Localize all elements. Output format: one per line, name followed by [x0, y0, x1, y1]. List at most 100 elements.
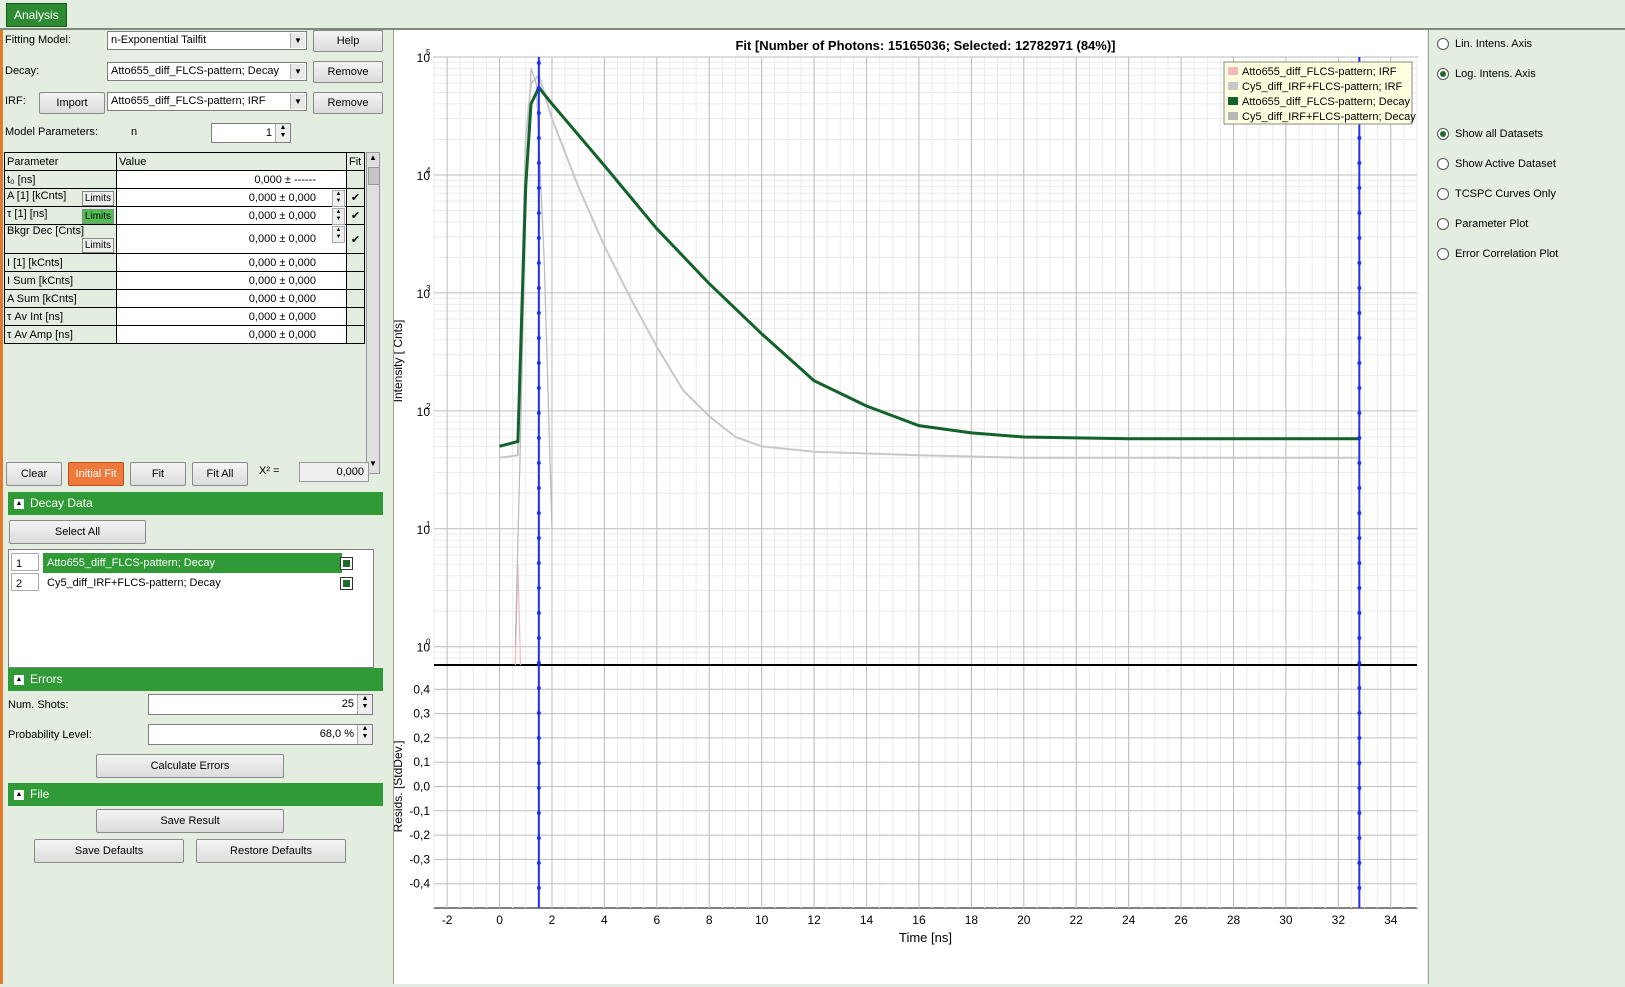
- scroll-thumb[interactable]: [368, 167, 380, 185]
- fitting-model-label: Fitting Model:: [5, 34, 72, 46]
- table-scrollbar[interactable]: ▲ ▼: [366, 152, 380, 474]
- param-value[interactable]: 0,000 ± 0,000 ▲ ▼: [116, 188, 347, 207]
- initial-fit-button[interactable]: Initial Fit: [68, 462, 124, 486]
- chevron-down-icon: ▼: [290, 94, 305, 109]
- collapse-icon[interactable]: ▲: [14, 674, 24, 685]
- param-value: 0,000 ± 0,000: [116, 289, 347, 308]
- list-item[interactable]: 1 Atto655_diff_FLCS-pattern; Decay: [11, 553, 369, 573]
- cursor-marker: [1357, 411, 1362, 415]
- checkbox[interactable]: [340, 557, 353, 570]
- param-value: 0,000 ± 0,000: [116, 271, 347, 290]
- cursor-marker: [536, 186, 541, 190]
- radio-icon: [1437, 38, 1449, 51]
- error-correlation-plot-radio[interactable]: Error Correlation Plot: [1437, 247, 1558, 261]
- collapse-icon[interactable]: ▲: [14, 789, 24, 800]
- stepper-arrows-icon[interactable]: ▲ ▼: [332, 226, 345, 243]
- param-name: A Sum [kCnts]: [4, 289, 117, 308]
- param-name-label: I [1] [kCnts]: [7, 256, 63, 269]
- param-name: τ [1] [ns] Limits: [4, 206, 117, 225]
- resid-tick-label: -0,3: [409, 852, 430, 866]
- fit-checkbox[interactable]: ✔: [346, 188, 365, 207]
- lin-intens-axis-radio[interactable]: Lin. Intens. Axis: [1437, 37, 1532, 51]
- cursor-marker: [1357, 161, 1362, 165]
- clear-button[interactable]: Clear: [6, 462, 62, 486]
- cursor-marker: [1357, 336, 1362, 340]
- num-shots-label: Num. Shots:: [8, 699, 69, 711]
- left-panel: Fitting Model: n-Exponential Tailfit ▼ He…: [3, 30, 394, 984]
- fit-all-button[interactable]: Fit All: [192, 462, 248, 486]
- x-tick-label: 22: [1070, 913, 1084, 927]
- cursor-marker: [536, 786, 541, 790]
- y-tick-exponent: 4: [426, 166, 431, 175]
- checkbox[interactable]: [340, 577, 353, 590]
- collapse-icon[interactable]: ▲: [14, 498, 24, 509]
- plot-area[interactable]: Fit [Number of Photons: 15165036; Select…: [391, 30, 1427, 984]
- cursor-marker: [536, 61, 541, 65]
- decay-select[interactable]: Atto655_diff_FLCS-pattern; Decay ▼: [107, 62, 307, 81]
- remove-decay-button[interactable]: Remove: [313, 61, 383, 83]
- cursor-marker: [1357, 536, 1362, 540]
- decay-chart[interactable]: Fit [Number of Photons: 15165036; Select…: [391, 30, 1427, 984]
- parameter-plot-radio[interactable]: Parameter Plot: [1437, 217, 1528, 231]
- help-button[interactable]: Help: [313, 30, 383, 52]
- param-value[interactable]: 0,000 ± 0,000 ▲ ▼: [116, 224, 347, 254]
- stepper-arrows-icon[interactable]: ▲ ▼: [332, 190, 345, 207]
- file-header[interactable]: ▲ File: [8, 783, 383, 806]
- tcspc-curves-only-radio[interactable]: TCSPC Curves Only: [1437, 187, 1556, 201]
- stepper-arrows-icon[interactable]: ▲ ▼: [275, 124, 290, 142]
- scroll-up-icon[interactable]: ▲: [367, 153, 379, 167]
- fit-button[interactable]: Fit: [130, 462, 186, 486]
- log-intens-axis-radio[interactable]: Log. Intens. Axis: [1437, 67, 1536, 81]
- limits-button[interactable]: Limits: [81, 238, 114, 253]
- fitting-model-select[interactable]: n-Exponential Tailfit ▼: [107, 31, 307, 50]
- stepper-arrows-icon[interactable]: ▲ ▼: [357, 695, 372, 714]
- radio-icon: [1437, 218, 1449, 231]
- save-defaults-button[interactable]: Save Defaults: [34, 839, 184, 863]
- probability-level-stepper[interactable]: 68,0 % ▲ ▼: [148, 724, 373, 745]
- model-parameters-label: Model Parameters:: [5, 126, 98, 138]
- cursor-marker: [1357, 311, 1362, 315]
- import-button[interactable]: Import: [39, 92, 105, 114]
- decay-data-header[interactable]: ▲ Decay Data: [8, 492, 383, 515]
- tab-analysis[interactable]: Analysis: [6, 3, 67, 27]
- param-name: τ Av Int [ns]: [4, 307, 117, 326]
- cursor-marker: [1357, 586, 1362, 590]
- limits-button[interactable]: Limits: [81, 208, 114, 224]
- irf-select[interactable]: Atto655_diff_FLCS-pattern; IRF ▼: [107, 92, 307, 111]
- chi-squared-value: 0,000: [299, 462, 369, 482]
- param-value[interactable]: 0,000 ± 0,000 ▲ ▼: [116, 206, 347, 225]
- n-label: n: [131, 126, 138, 138]
- param-value-label: 0,000 ± 0,000: [248, 292, 316, 305]
- param-value: 0,000 ± 0,000: [116, 253, 347, 272]
- cursor-marker: [1357, 636, 1362, 640]
- n-stepper[interactable]: 1 ▲ ▼: [211, 123, 291, 143]
- show-all-datasets-radio[interactable]: Show all Datasets: [1437, 127, 1543, 141]
- check-icon: ✔: [350, 210, 361, 222]
- resid-axis-label: Resids. [StdDev.]: [394, 741, 405, 833]
- cursor-marker: [1357, 836, 1362, 840]
- y-tick-exponent: 0: [426, 638, 431, 647]
- decay-data-list[interactable]: 1 Atto655_diff_FLCS-pattern; Decay 2 Cy5…: [8, 549, 374, 668]
- stepper-arrows-icon[interactable]: ▲ ▼: [357, 725, 372, 744]
- table-row: I [1] [kCnts] 0,000 ± 0,000: [4, 253, 365, 272]
- param-name-label: t₀ [ns]: [7, 173, 36, 186]
- fit-checkbox[interactable]: ✔: [346, 206, 365, 225]
- stepper-arrows-icon[interactable]: ▲ ▼: [332, 208, 345, 225]
- restore-defaults-button[interactable]: Restore Defaults: [196, 839, 346, 863]
- limits-button[interactable]: Limits: [81, 190, 114, 206]
- cursor-marker: [536, 286, 541, 290]
- cursor-marker: [536, 511, 541, 515]
- param-value-label: 0,000 ± 0,000: [248, 191, 316, 204]
- fit-checkbox[interactable]: ✔: [346, 224, 365, 254]
- errors-header[interactable]: ▲ Errors: [8, 668, 383, 691]
- save-result-button[interactable]: Save Result: [96, 809, 284, 833]
- select-all-button[interactable]: Select All: [9, 520, 146, 544]
- num-shots-stepper[interactable]: 25 ▲ ▼: [148, 694, 373, 715]
- check-icon: ✔: [350, 233, 361, 246]
- cursor-marker: [536, 111, 541, 115]
- list-item[interactable]: 2 Cy5_diff_IRF+FLCS-pattern; Decay: [11, 573, 369, 593]
- show-active-dataset-radio[interactable]: Show Active Dataset: [1437, 157, 1556, 171]
- cursor-marker: [1357, 661, 1362, 665]
- calculate-errors-button[interactable]: Calculate Errors: [96, 754, 284, 778]
- remove-irf-button[interactable]: Remove: [313, 92, 383, 114]
